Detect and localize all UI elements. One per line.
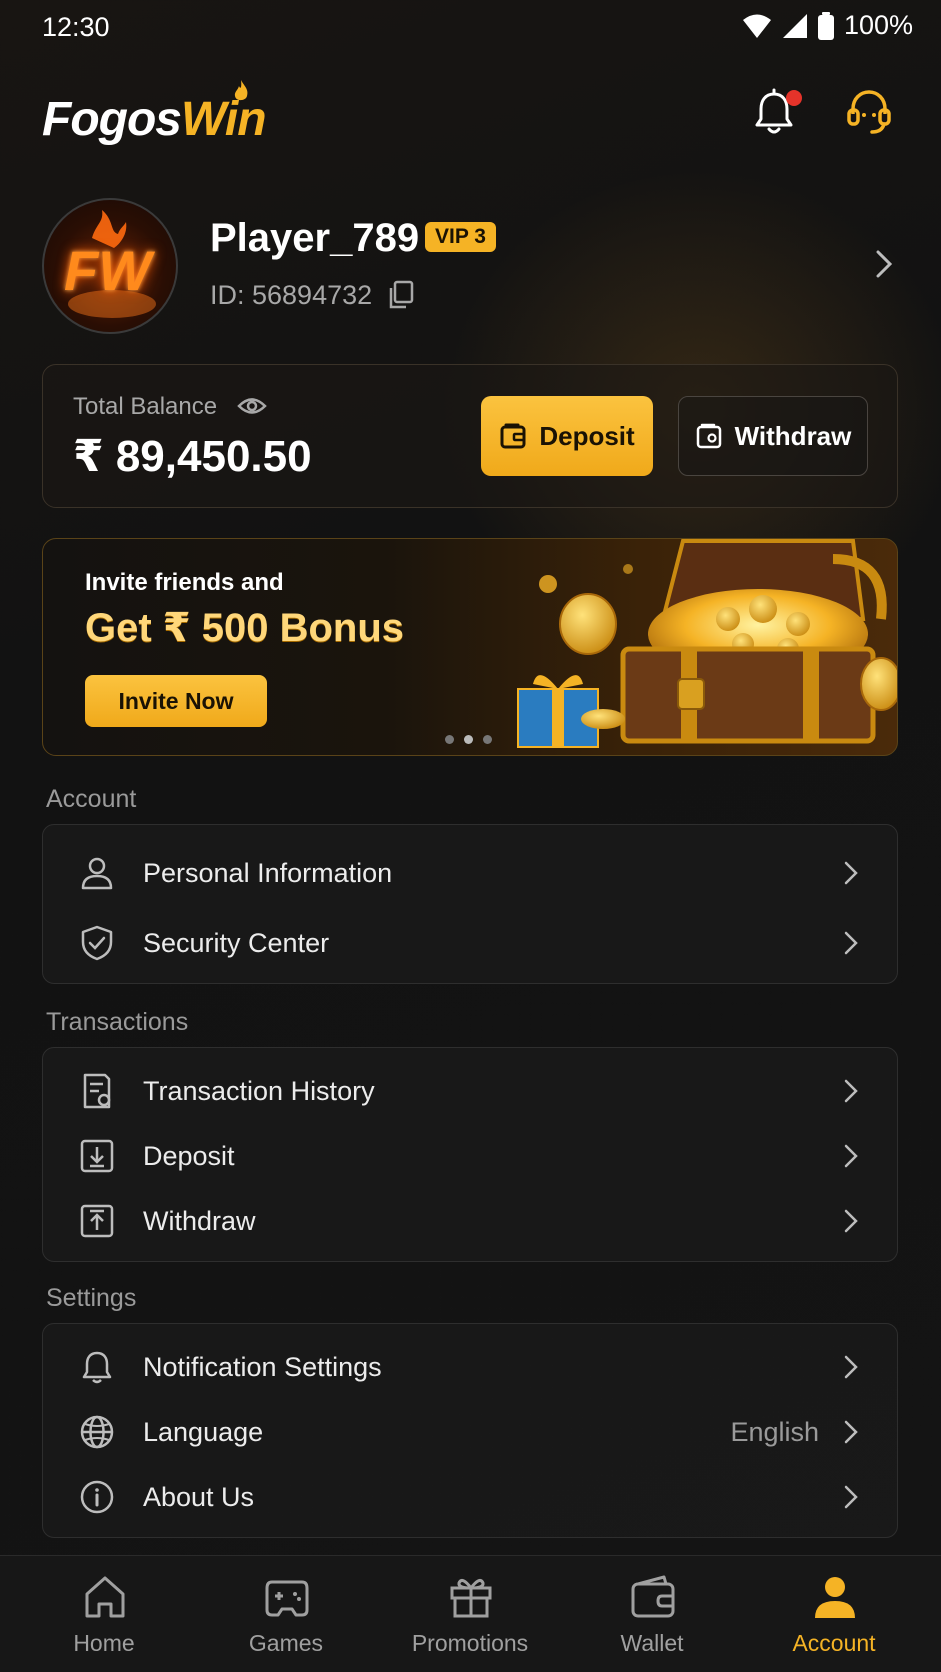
notification-dot <box>786 90 802 106</box>
chevron-right-icon <box>844 1144 858 1168</box>
language-value: English <box>730 1417 819 1447</box>
balance-amount: ₹ 89,450.50 <box>73 432 312 481</box>
battery-percentage: 100% <box>843 10 913 40</box>
chevron-right-icon <box>844 861 858 885</box>
nav-tab-home[interactable]: Home <box>10 1556 198 1672</box>
withdraw-wallet-icon <box>696 423 721 449</box>
menu-item-transaction-history[interactable]: Transaction History <box>43 1060 899 1122</box>
wallet-icon <box>500 423 526 449</box>
gift-icon <box>450 1578 492 1618</box>
status-bar: 12:30 100% <box>0 0 941 54</box>
carousel-dot[interactable] <box>445 735 454 744</box>
avatar[interactable]: FW <box>42 198 178 334</box>
deposit-button[interactable]: Deposit <box>481 396 653 476</box>
upload-box-icon <box>80 1204 114 1238</box>
menu-item-deposit[interactable]: Deposit <box>43 1125 899 1187</box>
section-title-account: Account <box>46 785 137 813</box>
menu-label: About Us <box>143 1482 255 1512</box>
carousel-dot-active[interactable] <box>464 735 473 744</box>
balance-label: Total Balance <box>73 393 218 420</box>
profile-summary[interactable]: FW Player_789 VIP 3 ID: 56894732 <box>42 198 902 334</box>
chevron-right-icon <box>844 1079 858 1103</box>
menu-item-withdraw[interactable]: Withdraw <box>43 1190 899 1252</box>
menu-item-security-center[interactable]: Security Center <box>43 912 899 974</box>
menu-label: Transaction History <box>143 1076 375 1106</box>
balance-card: Total Balance ₹ 89,450.50 Deposit Withdr… <box>42 364 898 508</box>
logo-text-accent: Win <box>180 93 267 146</box>
invite-banner[interactable]: Invite friends and Get ₹ 500 Bonus Invit… <box>42 538 898 756</box>
flame-icon <box>234 80 248 101</box>
info-icon <box>80 1480 114 1514</box>
nav-tab-account[interactable]: Account <box>740 1556 928 1672</box>
home-icon <box>85 1576 125 1618</box>
chevron-right-icon <box>844 1209 858 1233</box>
chevron-right-icon <box>876 250 893 278</box>
support-button[interactable] <box>846 88 896 140</box>
wallet-icon <box>631 1575 675 1618</box>
nav-tab-promotions[interactable]: Promotions <box>376 1556 564 1672</box>
username: Player_789 <box>210 216 420 260</box>
eye-icon[interactable] <box>237 393 267 419</box>
chevron-right-icon <box>844 1355 858 1379</box>
nav-label: Account <box>792 1630 876 1656</box>
bell-icon <box>82 1351 112 1384</box>
menu-item-notification-settings[interactable]: Notification Settings <box>43 1336 899 1398</box>
nav-tab-games[interactable]: Games <box>192 1556 380 1672</box>
chevron-right-icon <box>844 1485 858 1509</box>
menu-label: Withdraw <box>143 1206 256 1236</box>
invite-now-button[interactable]: Invite Now <box>85 675 267 727</box>
nav-label: Promotions <box>411 1630 529 1656</box>
banner-subtitle: Invite friends and <box>85 569 284 596</box>
notifications-button[interactable] <box>752 88 802 140</box>
signal-icon <box>782 13 807 38</box>
menu-label: Security Center <box>143 928 330 958</box>
chevron-right-icon <box>844 931 858 955</box>
menu-item-personal-information[interactable]: Personal Information <box>43 842 899 904</box>
nav-label: Wallet <box>620 1630 684 1656</box>
avatar-monogram: FW <box>64 239 152 302</box>
account-icon <box>815 1577 855 1618</box>
withdraw-button-label: Withdraw <box>734 420 852 451</box>
globe-icon <box>80 1415 114 1449</box>
headset-icon <box>847 90 891 134</box>
settings-menu: Notification Settings Language English A… <box>42 1323 898 1538</box>
download-box-icon <box>80 1139 114 1173</box>
nav-label: Home <box>73 1630 135 1656</box>
menu-label: Language <box>143 1417 264 1447</box>
copy-icon[interactable] <box>387 280 415 310</box>
section-title-settings: Settings <box>46 1284 137 1312</box>
status-time: 12:30 <box>42 12 110 42</box>
nav-label: Games <box>248 1630 324 1656</box>
nav-tab-wallet[interactable]: Wallet <box>558 1556 746 1672</box>
carousel-indicator <box>445 735 492 744</box>
transactions-menu: Transaction History Deposit Withdraw <box>42 1047 898 1262</box>
carousel-dot[interactable] <box>483 735 492 744</box>
bottom-navigation: Home Games Promotions Wallet Account <box>0 1555 941 1672</box>
gamepad-icon <box>265 1580 309 1617</box>
menu-item-about-us[interactable]: About Us <box>43 1466 899 1528</box>
account-menu: Personal Information Security Center <box>42 824 898 984</box>
vip-badge: VIP 3 <box>425 222 496 252</box>
user-icon <box>81 857 113 890</box>
shield-check-icon <box>81 925 113 961</box>
banner-title: Get ₹ 500 Bonus <box>85 606 405 650</box>
status-icons: 100% <box>742 10 913 41</box>
wifi-icon <box>742 14 771 38</box>
menu-label: Personal Information <box>143 858 393 888</box>
user-id: ID: 56894732 <box>210 280 373 310</box>
deposit-button-label: Deposit <box>539 420 635 451</box>
section-title-transactions: Transactions <box>46 1008 189 1036</box>
battery-icon <box>817 11 834 40</box>
menu-label: Deposit <box>143 1141 235 1171</box>
chevron-right-icon <box>844 1420 858 1444</box>
treasure-chest-illustration <box>517 539 897 748</box>
menu-item-language[interactable]: Language English <box>43 1401 899 1463</box>
withdraw-button[interactable]: Withdraw <box>678 396 868 476</box>
receipt-icon <box>83 1073 111 1109</box>
app-header: FogosWin <box>0 80 941 160</box>
menu-label: Notification Settings <box>143 1352 382 1382</box>
logo-text-primary: Fogos <box>42 93 182 146</box>
